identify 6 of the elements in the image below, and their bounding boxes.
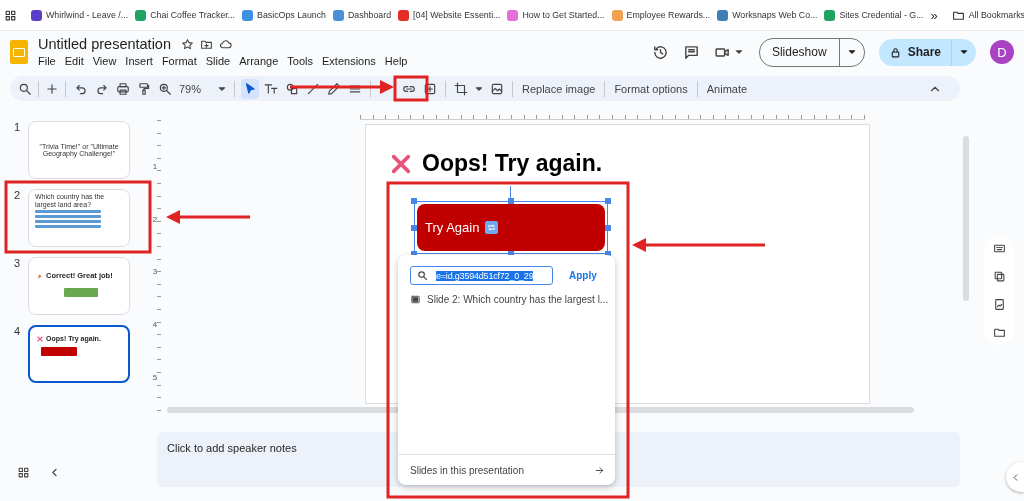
slide-number: 2 (13, 189, 22, 201)
slide-heading: Oops! Try again. (422, 150, 603, 177)
slide-number: 1 (13, 121, 22, 133)
slide-number: 3 (13, 257, 22, 269)
vertical-ruler: 1 2 3 4 5 (149, 120, 161, 414)
slide-number: 4 (13, 325, 22, 337)
